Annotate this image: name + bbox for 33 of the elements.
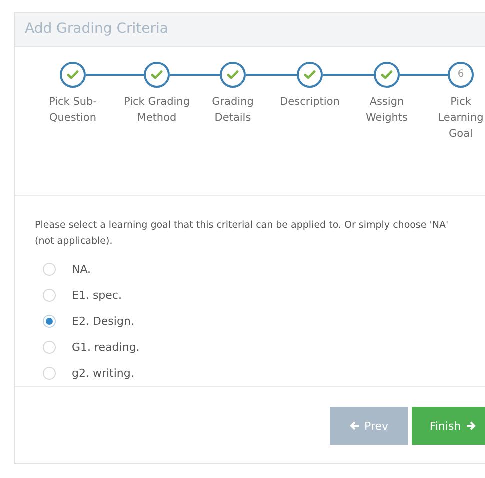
option-label: E1. spec. xyxy=(72,288,122,302)
arrow-right-icon xyxy=(466,421,476,432)
option-label: G1. reading. xyxy=(72,340,140,354)
radio-button[interactable] xyxy=(43,366,56,380)
panel-title: Add Grading Criteria xyxy=(25,21,168,38)
step-label: Grading Details xyxy=(211,94,255,126)
radio-button[interactable] xyxy=(43,262,56,276)
option-label: NA. xyxy=(72,262,92,276)
step-circle[interactable] xyxy=(220,62,246,88)
check-icon xyxy=(67,70,79,80)
step-label: Pick Grading Method xyxy=(123,94,191,126)
step-circle[interactable]: 6 xyxy=(448,62,474,88)
step-circle[interactable] xyxy=(297,62,323,88)
radio-button[interactable] xyxy=(43,314,56,328)
step-label: Pick Learning Goal xyxy=(437,94,485,142)
finish-button[interactable]: Finish xyxy=(412,407,485,446)
check-icon xyxy=(151,70,163,80)
step-label: Assign Weights xyxy=(364,94,410,126)
check-icon xyxy=(304,70,316,80)
check-icon xyxy=(227,70,239,80)
radio-button[interactable] xyxy=(43,340,56,354)
step-circle[interactable] xyxy=(144,62,170,88)
step-number: 6 xyxy=(458,69,464,80)
radio-button[interactable] xyxy=(43,288,56,302)
step-label: Pick Sub-Question xyxy=(48,94,98,126)
instruction-text: Please select a learning goal that this criterial can be applied to. Or simply choose 'NA' (not applicable). xyxy=(35,219,450,250)
step-circle[interactable] xyxy=(60,62,86,88)
step-circle[interactable] xyxy=(374,62,400,88)
step-label: Description xyxy=(279,94,341,110)
arrow-left-icon xyxy=(350,421,360,432)
check-icon xyxy=(381,70,393,80)
option-label: g2. writing. xyxy=(72,366,134,380)
option-label: E2. Design. xyxy=(72,314,134,328)
